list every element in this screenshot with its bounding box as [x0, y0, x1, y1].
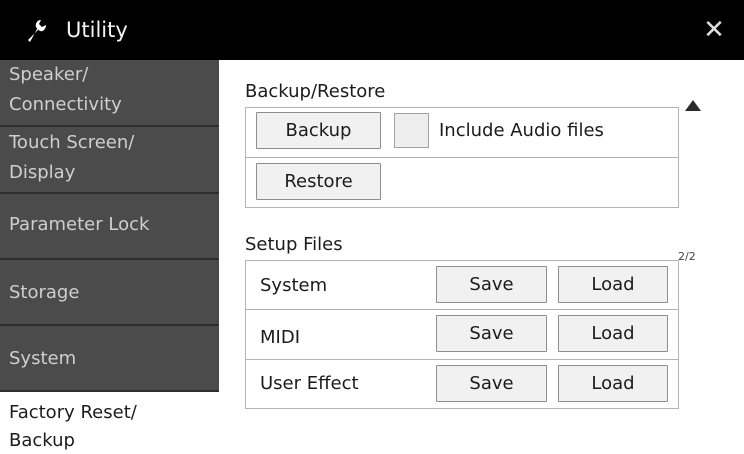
restore-button[interactable]: Restore [256, 163, 381, 200]
window-title: Utility [66, 18, 128, 42]
divider [246, 359, 678, 360]
sidebar-item-parameter-lock[interactable]: Parameter Lock [0, 194, 219, 260]
sidebar-item-storage[interactable]: Storage [0, 260, 219, 326]
sidebar-item-label-line1: Speaker/ [9, 64, 89, 85]
sidebar-item-speaker-connectivity[interactable]: Speaker/ Connectivity [0, 60, 219, 127]
sidebar-item-label: System [9, 348, 77, 369]
sidebar-item-label-line1: Touch Screen/ [9, 132, 135, 153]
setup-row-label: User Effect [260, 373, 359, 394]
sidebar-item-label: Storage [9, 282, 80, 303]
content-panel: Backup/Restore Backup Include Audio file… [220, 60, 744, 450]
midi-load-button[interactable]: Load [558, 315, 668, 352]
setup-row-label: System [260, 275, 328, 296]
include-audio-checkbox[interactable] [394, 113, 429, 148]
sidebar-item-label: Parameter Lock [9, 214, 150, 235]
user-effect-load-button[interactable]: Load [558, 365, 668, 402]
sidebar-item-system[interactable]: System [0, 326, 219, 392]
scroll-up-arrow-icon[interactable] [685, 100, 701, 111]
setup-files-group: System Save Load MIDI Save Load User Eff… [245, 260, 679, 409]
wrench-icon [28, 20, 46, 42]
backup-button[interactable]: Backup [256, 112, 381, 149]
setup-row-label: MIDI [260, 327, 301, 348]
sidebar: Speaker/ Connectivity Touch Screen/ Disp… [0, 60, 220, 451]
backup-restore-group: Backup Include Audio files Restore [245, 107, 679, 208]
title-bar: Utility ✕ [0, 0, 744, 60]
sidebar-item-label-line2: Display [9, 162, 76, 183]
sidebar-item-factory-reset-backup[interactable]: Factory Reset/ Backup [0, 392, 219, 451]
page-indicator: 2/2 [678, 250, 696, 263]
section-heading-backup-restore: Backup/Restore [245, 81, 386, 102]
system-save-button[interactable]: Save [436, 266, 547, 303]
include-audio-label: Include Audio files [439, 120, 604, 141]
sidebar-item-label-line2: Connectivity [9, 94, 122, 115]
divider [246, 157, 678, 158]
sidebar-item-label-line1: Factory Reset/ [9, 402, 137, 423]
section-heading-setup-files: Setup Files [245, 234, 343, 255]
close-icon[interactable]: ✕ [700, 16, 728, 44]
divider [246, 309, 678, 310]
user-effect-save-button[interactable]: Save [436, 365, 547, 402]
midi-save-button[interactable]: Save [436, 315, 547, 352]
system-load-button[interactable]: Load [558, 266, 668, 303]
sidebar-item-label-line2: Backup [9, 430, 75, 451]
sidebar-item-touch-screen-display[interactable]: Touch Screen/ Display [0, 127, 219, 194]
